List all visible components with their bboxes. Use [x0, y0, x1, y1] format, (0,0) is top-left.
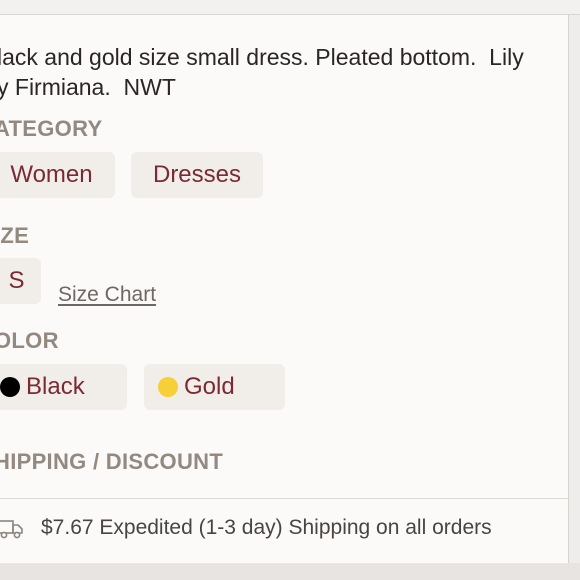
color-chip-black[interactable]: Black: [0, 364, 127, 410]
category-section-label: ATEGORY: [0, 116, 103, 141]
listing-description: lack and gold size small dress. Pleated …: [0, 42, 580, 102]
shipping-discount-section-label: HIPPING / DISCOUNT: [0, 449, 224, 474]
gold-swatch-icon: [158, 377, 178, 397]
category-chip-women[interactable]: Women: [0, 152, 115, 198]
description-line-2: y Firmiana. NWT: [0, 74, 176, 100]
shipping-divider: [0, 498, 568, 499]
size-section-label: IZE: [0, 223, 30, 248]
bottom-strip: [0, 563, 580, 580]
listing-details-screen: lack and gold size small dress. Pleated …: [0, 0, 580, 580]
listing-details-panel: lack and gold size small dress. Pleated …: [0, 15, 569, 563]
category-chip-women-label: Women: [10, 161, 93, 188]
size-chart-link[interactable]: Size Chart: [58, 283, 156, 307]
color-section-label: OLOR: [0, 328, 59, 353]
size-chip[interactable]: S: [0, 258, 41, 304]
truck-icon: [0, 520, 23, 539]
description-line-1: lack and gold size small dress. Pleated …: [0, 44, 524, 70]
black-swatch-icon: [0, 377, 20, 397]
color-chip-gold[interactable]: Gold: [144, 364, 285, 410]
color-chip-black-label: Black: [26, 373, 85, 400]
category-chip-dresses[interactable]: Dresses: [131, 152, 263, 198]
color-chip-gold-label: Gold: [184, 373, 235, 400]
size-chip-label: S: [8, 267, 25, 294]
shipping-info-text: $7.67 Expedited (1-3 day) Shipping on al…: [41, 516, 492, 539]
category-chip-dresses-label: Dresses: [152, 161, 242, 188]
shipping-info-row: $7.67 Expedited (1-3 day) Shipping on al…: [0, 508, 568, 550]
top-strip: [0, 0, 580, 15]
